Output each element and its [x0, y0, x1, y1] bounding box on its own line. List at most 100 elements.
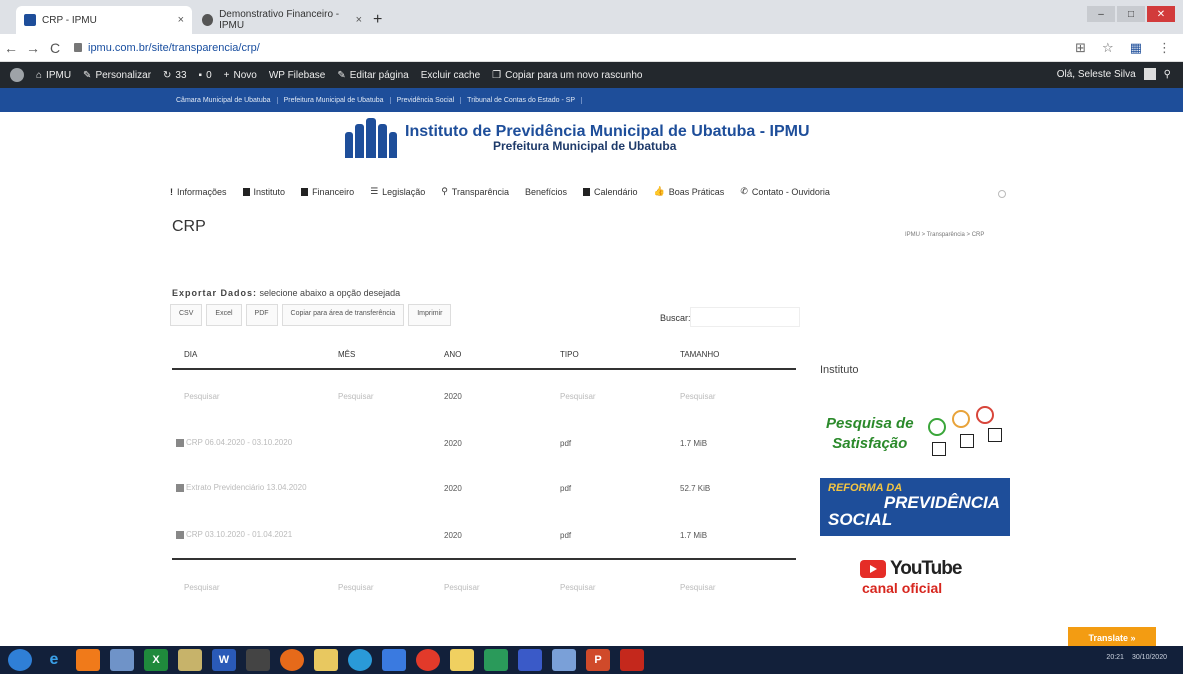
admin-edit-page-link[interactable]: ✎ Editar página: [337, 70, 408, 81]
admin-site-link[interactable]: ⌂ IPMU: [36, 70, 71, 81]
pesquisa-satisfacao-banner[interactable]: Pesquisa de Satisfação: [820, 404, 1010, 466]
menu-label: Benefícios: [525, 186, 568, 197]
youtube-banner[interactable]: YouTube canal oficial: [860, 558, 970, 596]
star-app-icon[interactable]: [450, 649, 474, 671]
system-tray[interactable]: 20:21 30/10/2020: [1106, 654, 1167, 661]
header-ano[interactable]: ANO: [444, 350, 560, 359]
file-link[interactable]: CRP 06.04.2020 - 03.10.2020: [172, 435, 330, 451]
admin-clear-cache-link[interactable]: Excluir cache: [421, 70, 480, 81]
teams-icon[interactable]: [518, 649, 542, 671]
menu-contato[interactable]: ✆ Contato - Ouvidoria: [740, 186, 830, 197]
close-icon[interactable]: ×: [178, 14, 184, 26]
footer-filter-dia[interactable]: Pesquisar: [172, 583, 330, 592]
site-logo[interactable]: Instituto de Previdência Municipal de Ub…: [345, 118, 810, 158]
powerpoint-icon[interactable]: P: [586, 649, 610, 671]
menu-financeiro[interactable]: Financeiro: [301, 187, 354, 197]
reforma-previdencia-banner[interactable]: REFORMA DA PREVIDÊNCIA SOCIAL: [820, 478, 1010, 536]
menu-legislacao[interactable]: ☰ Legislação: [370, 186, 425, 197]
back-icon[interactable]: ←: [0, 40, 22, 56]
menu-beneficios[interactable]: Benefícios: [525, 187, 567, 197]
menu-transparencia[interactable]: ⚲ Transparência: [441, 186, 509, 197]
search-label: Buscar:: [660, 313, 691, 323]
search-app-icon[interactable]: [552, 649, 576, 671]
footer-filter-tamanho[interactable]: Pesquisar: [680, 583, 796, 592]
new-tab-button[interactable]: +: [373, 11, 382, 29]
filter-tamanho[interactable]: Pesquisar: [680, 392, 796, 401]
youtube-subtitle: canal oficial: [862, 580, 943, 596]
menu-calendario[interactable]: Calendário: [583, 187, 638, 197]
excel-button[interactable]: Excel: [206, 304, 242, 326]
breadcrumb[interactable]: IPMU > Transparência > CRP: [905, 232, 984, 238]
file-link[interactable]: Extrato Previdenciário 13.04.2020: [172, 480, 312, 496]
pdf-button[interactable]: PDF: [245, 304, 278, 326]
minimize-icon[interactable]: –: [1087, 6, 1115, 22]
excel-icon[interactable]: X: [144, 649, 168, 671]
reload-icon[interactable]: C: [44, 40, 66, 56]
edge-icon[interactable]: [348, 649, 372, 671]
cell-tamanho: 1.7 MiB: [680, 530, 708, 540]
acrobat-icon[interactable]: [620, 649, 644, 671]
close-icon[interactable]: ×: [356, 14, 362, 26]
menu-instituto[interactable]: Instituto: [242, 187, 285, 197]
whatsapp-icon[interactable]: [484, 649, 508, 671]
copy-clipboard-button[interactable]: Copiar para área de transferência: [281, 304, 405, 326]
start-icon[interactable]: [8, 649, 32, 671]
filter-tipo[interactable]: Pesquisar: [560, 392, 680, 401]
menu-boas-praticas[interactable]: 👍 Boas Práticas: [654, 186, 725, 197]
header-tamanho[interactable]: TAMANHO: [680, 350, 796, 359]
footer-filter-mes[interactable]: Pesquisar: [330, 583, 444, 592]
maximize-icon[interactable]: □: [1117, 6, 1145, 22]
header-mes[interactable]: MÊS: [330, 350, 444, 359]
link-previdencia[interactable]: Previdência Social: [391, 96, 462, 104]
extension-icon[interactable]: ▦: [1130, 40, 1142, 56]
footer-filter-tipo[interactable]: Pesquisar: [560, 583, 680, 592]
table-row: CRP 06.04.2020 - 03.10.2020 2020 pdf 1.7…: [172, 422, 796, 464]
checkbox-icon: [932, 442, 946, 456]
admin-comments-count: 0: [206, 69, 212, 81]
ie-icon[interactable]: e: [42, 649, 66, 671]
admin-filebase-link[interactable]: WP Filebase: [269, 70, 326, 81]
close-window-icon[interactable]: ✕: [1147, 6, 1175, 22]
admin-copy-draft-link[interactable]: ❐ Copiar para um novo rascunho: [492, 70, 642, 81]
admin-updates-link[interactable]: ↻ 33: [163, 70, 187, 81]
link-tce[interactable]: Tribunal de Contas do Estado - SP: [461, 96, 583, 104]
document-icon[interactable]: [110, 649, 134, 671]
tab-demonstrativo[interactable]: Demonstrativo Financeiro - IPMU ×: [194, 6, 370, 34]
filter-ano[interactable]: 2020: [444, 392, 560, 401]
csv-button[interactable]: CSV: [170, 304, 203, 326]
admin-account[interactable]: Olá, Seleste Silva ⚲: [1057, 68, 1171, 80]
link-prefeitura[interactable]: Prefeitura Municipal de Ubatuba: [278, 96, 391, 104]
cell-tamanho: 52.7 KiB: [680, 483, 711, 493]
filter-mes[interactable]: Pesquisar: [330, 392, 444, 401]
firefox-icon[interactable]: [280, 649, 304, 671]
explorer-icon[interactable]: [314, 649, 338, 671]
print-button[interactable]: Imprimir: [408, 304, 452, 326]
link-camara[interactable]: Câmara Municipal de Ubatuba: [170, 96, 278, 104]
forward-icon[interactable]: →: [22, 40, 44, 56]
header-dia[interactable]: DIA: [172, 350, 330, 359]
admin-customize-link[interactable]: ✎ Personalizar: [83, 70, 151, 81]
tab-crp[interactable]: CRP - IPMU ×: [16, 6, 192, 34]
media-icon[interactable]: [76, 649, 100, 671]
word-icon[interactable]: W: [212, 649, 236, 671]
menu-informacoes[interactable]: ! Informações: [170, 187, 227, 197]
header-tipo[interactable]: TIPO: [560, 350, 680, 359]
bookmark-star-icon[interactable]: ☆: [1102, 40, 1114, 56]
money-icon: [301, 187, 309, 196]
app-icon[interactable]: [382, 649, 406, 671]
menu-kebab-icon[interactable]: ⋮: [1158, 40, 1171, 56]
admin-comments-link[interactable]: ▪ 0: [199, 70, 212, 81]
search-input[interactable]: [690, 307, 800, 327]
terminal-icon[interactable]: [246, 649, 270, 671]
file-link[interactable]: CRP 03.10.2020 - 01.04.2021: [172, 527, 330, 543]
url-field[interactable]: ipmu.com.br/site/transparencia/crp/: [74, 42, 260, 54]
wordpress-logo-icon[interactable]: [10, 68, 24, 82]
filter-dia[interactable]: Pesquisar: [172, 392, 330, 401]
admin-search-icon[interactable]: ⚲: [1164, 69, 1171, 80]
menu-search-icon[interactable]: [998, 190, 1006, 198]
admin-new-link[interactable]: + Novo: [224, 70, 257, 81]
footer-filter-ano[interactable]: Pesquisar: [444, 583, 560, 592]
folder-icon[interactable]: [178, 649, 202, 671]
translate-page-icon[interactable]: ⊞: [1075, 40, 1086, 56]
chrome-icon[interactable]: [416, 649, 440, 671]
